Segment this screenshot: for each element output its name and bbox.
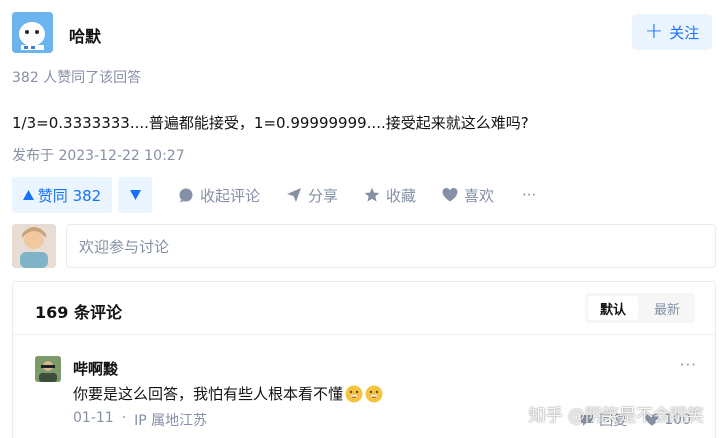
comments-count-title: 169 条评论 xyxy=(35,303,122,322)
vote-down-button[interactable] xyxy=(118,177,152,213)
collapse-comments-label: 收起评论 xyxy=(200,186,261,205)
divider xyxy=(13,334,715,335)
comment-meta: 01-11 · IP 属地江苏 xyxy=(73,410,207,430)
collect-button[interactable]: 收藏 xyxy=(364,177,416,213)
comment-more-icon[interactable]: ··· xyxy=(680,356,697,374)
author-row: 哈默 + 关注 xyxy=(12,12,712,56)
comment-body: 你要是这么回答，我怕有些人根本看不懂 xyxy=(73,385,344,403)
share-label: 分享 xyxy=(308,186,339,205)
author-name[interactable]: 哈默 xyxy=(69,23,101,47)
current-user-avatar xyxy=(12,224,56,268)
collapse-comments-button[interactable]: 收起评论 xyxy=(178,177,260,213)
comment-bubble-icon xyxy=(179,188,193,203)
vote-up-label: 赞同 382 xyxy=(37,186,102,205)
comment-input[interactable]: 欢迎参与讨论 xyxy=(66,224,716,268)
sort-latest-tab[interactable]: 最新 xyxy=(642,296,692,320)
vote-up-button[interactable]: 赞同 382 xyxy=(12,177,112,213)
meta-separator: · xyxy=(121,410,127,426)
plus-icon: + xyxy=(644,19,664,44)
watermark: 知乎 @阴笑是不会阴笑 xyxy=(528,406,704,426)
share-button[interactable]: 分享 xyxy=(286,177,338,213)
comment-location: IP 属地江苏 xyxy=(134,413,208,429)
star-icon xyxy=(364,187,380,202)
triangle-down-icon xyxy=(129,190,141,200)
like-label: 喜欢 xyxy=(464,186,495,205)
collect-label: 收藏 xyxy=(386,186,417,205)
comment-date: 01-11 xyxy=(73,410,114,426)
follow-button[interactable]: + 关注 xyxy=(632,14,712,50)
follow-label: 关注 xyxy=(669,23,700,42)
grinning-emoji-icon xyxy=(345,385,363,402)
author-avatar[interactable] xyxy=(12,12,53,53)
grinning-emoji-icon xyxy=(365,385,383,402)
triangle-up-icon xyxy=(22,190,34,200)
comment-text: 你要是这么回答，我怕有些人根本看不懂 xyxy=(73,383,383,404)
paper-plane-icon xyxy=(287,188,301,202)
like-button[interactable]: 喜欢 xyxy=(442,177,494,213)
comment-sort-toggle: 默认 最新 xyxy=(585,293,695,323)
more-dots-icon: ··· xyxy=(522,186,537,204)
heart-icon xyxy=(442,188,458,202)
published-time[interactable]: 发布于 2023-12-22 10:27 xyxy=(12,145,185,165)
commenter-name[interactable]: 哔啊黢 xyxy=(73,358,118,379)
answer-body: 1/3=0.3333333....普遍都能接受，1=0.99999999....… xyxy=(12,114,529,132)
sort-default-tab[interactable]: 默认 xyxy=(588,296,638,320)
answer-action-bar: 赞同 382 收起评论 分享 收藏 喜欢 ··· xyxy=(12,177,712,213)
comment-input-row: 欢迎参与讨论 xyxy=(12,224,716,268)
commenter-avatar[interactable] xyxy=(35,356,61,382)
more-actions-button[interactable]: ··· xyxy=(522,177,536,213)
voters-count: 382 人赞同了该回答 xyxy=(12,70,142,86)
